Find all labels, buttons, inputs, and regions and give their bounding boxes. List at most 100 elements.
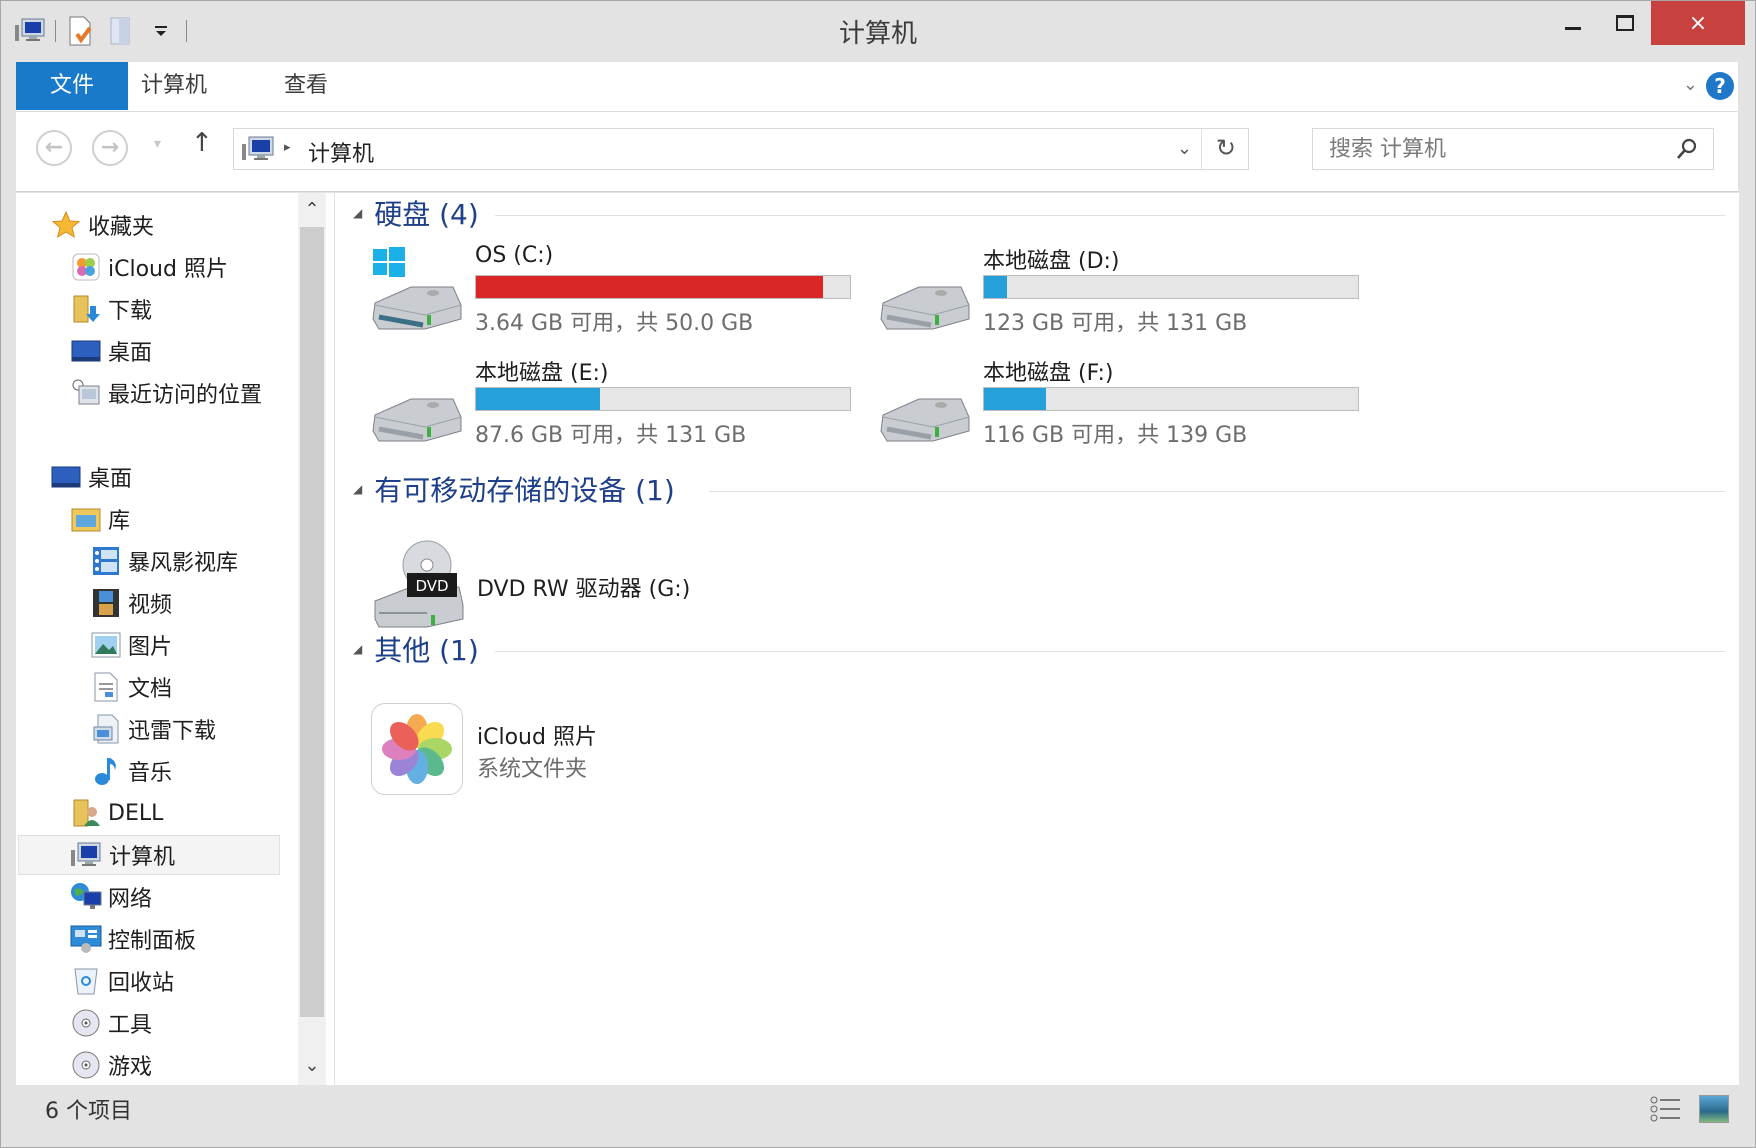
sidebar-item-label: 迅雷下载: [128, 719, 217, 744]
sidebar-scrollbar[interactable]: ⌃ ⌄: [298, 193, 326, 1085]
recycle-bin-icon: [70, 965, 102, 997]
chevron-down-icon: ⌄: [1176, 138, 1192, 159]
recent-locations-button[interactable]: ▾: [154, 136, 161, 152]
sidebar-item[interactable]: 最近访问的位置: [70, 373, 262, 413]
sidebar-item[interactable]: 控制面板: [70, 919, 196, 959]
maximize-button[interactable]: [1599, 1, 1651, 45]
tab-view[interactable]: 查看: [284, 62, 328, 110]
drive-free-space: 3.64 GB 可用，共 50.0 GB: [475, 311, 754, 336]
address-bar[interactable]: ▸ 计算机 ⌄ ↻: [233, 128, 1249, 170]
group-title: 有可移动存储的设备 (1): [374, 474, 675, 507]
sidebar-item[interactable]: 工具: [70, 1003, 152, 1043]
breadcrumb-computer[interactable]: 计算机: [308, 136, 374, 168]
drive-free-space: 87.6 GB 可用，共 131 GB: [475, 423, 747, 448]
search-icon[interactable]: [1675, 137, 1699, 161]
network-icon: [70, 881, 102, 913]
help-icon[interactable]: ?: [1706, 72, 1734, 100]
content-pane: ◢ 硬盘 (4) OS (C:) 3.64 GB 可用，共 50.0 GB 本地磁…: [335, 193, 1739, 1085]
sidebar-item[interactable]: 视频: [90, 583, 172, 623]
svg-text:DVD: DVD: [415, 577, 448, 595]
sidebar-item-label: 视频: [128, 593, 173, 618]
sidebar-item[interactable]: 计算机: [18, 835, 280, 875]
sidebar-item[interactable]: iCloud 照片: [70, 247, 228, 287]
sidebar-item-label: 下载: [108, 299, 153, 324]
sidebar-item[interactable]: 桌面: [70, 331, 152, 371]
large-icons-view-button[interactable]: [1699, 1095, 1729, 1123]
tab-file[interactable]: 文件: [16, 62, 128, 110]
sidebar-item[interactable]: 游戏: [70, 1045, 152, 1085]
drive-item[interactable]: 本地磁盘 (D:) 123 GB 可用，共 131 GB: [877, 235, 1359, 345]
window-title: 计算机: [838, 19, 917, 49]
desktop-icon: [50, 461, 82, 493]
details-view-button[interactable]: [1649, 1095, 1683, 1123]
downloads-icon: [70, 293, 102, 325]
sidebar-item[interactable]: 网络: [70, 877, 152, 917]
drive-item[interactable]: 本地磁盘 (F:) 116 GB 可用，共 139 GB: [877, 347, 1359, 457]
tab-computer[interactable]: 计算机: [141, 62, 207, 110]
sidebar-item[interactable]: 音乐: [90, 751, 172, 791]
sidebar-item-label: 游戏: [108, 1055, 153, 1080]
drive-usage-fill: [476, 388, 600, 410]
back-arrow-icon: ←: [44, 135, 64, 160]
navigation-bar: ← → ▾ ↑ ▸ 计算机 ⌄ ↻: [16, 112, 1738, 192]
group-divider: [495, 651, 1725, 652]
sidebar-item-label: 桌面: [88, 467, 133, 492]
user-folder-icon: [70, 797, 102, 829]
scroll-down-button[interactable]: ⌄: [298, 1049, 326, 1083]
sidebar-item[interactable]: 桌面: [50, 457, 132, 497]
up-button[interactable]: ↑: [191, 128, 213, 158]
search-input[interactable]: [1329, 135, 1659, 163]
disc-icon: [70, 1007, 102, 1039]
sidebar-item[interactable]: 下载: [70, 289, 152, 329]
forward-button[interactable]: →: [92, 130, 128, 166]
sidebar-item-label: iCloud 照片: [108, 257, 228, 282]
sidebar-item[interactable]: 收藏夹: [50, 205, 154, 245]
group-header-hard-disks[interactable]: ◢ 硬盘 (4): [353, 193, 479, 233]
music-icon: [90, 755, 122, 787]
sidebar-item[interactable]: 文档: [90, 667, 172, 707]
videos-icon: [90, 587, 122, 619]
drive-item[interactable]: OS (C:) 3.64 GB 可用，共 50.0 GB: [369, 235, 851, 345]
pictures-icon: [90, 629, 122, 661]
hard-drive-icon: [880, 398, 970, 442]
group-header-removable[interactable]: ◢ 有可移动存储的设备 (1): [353, 469, 675, 509]
icloud-photos-icon: [371, 703, 463, 795]
address-history-dropdown[interactable]: ⌄: [1177, 138, 1192, 159]
refresh-button[interactable]: ↻: [1216, 134, 1236, 162]
drive-item[interactable]: 本地磁盘 (E:) 87.6 GB 可用，共 131 GB: [369, 347, 851, 457]
group-divider: [495, 215, 1725, 216]
dvd-drive-item[interactable]: DVD DVD RW 驱动器 (G:): [371, 535, 771, 635]
drive-usage-bar: [983, 387, 1359, 411]
collapse-caret-icon: ◢: [353, 482, 363, 496]
sidebar-item-label: 图片: [128, 635, 173, 660]
sidebar-item[interactable]: 迅雷下载: [90, 709, 216, 749]
group-header-other[interactable]: ◢ 其他 (1): [353, 629, 479, 669]
drive-name: 本地磁盘 (E:): [475, 361, 609, 386]
breadcrumb-separator-icon[interactable]: ▸: [284, 140, 291, 155]
scroll-up-button[interactable]: ⌃: [298, 193, 326, 227]
navigation-pane: 收藏夹 iCloud 照片 下载 桌面 最近访问的位置 桌面库暴风影视库 视频 图片 文档 迅雷下…: [16, 193, 334, 1085]
back-button[interactable]: ←: [36, 130, 72, 166]
recent-places-icon: [70, 377, 102, 409]
sidebar-item[interactable]: 图片: [90, 625, 172, 665]
sidebar-item[interactable]: DELL: [70, 793, 163, 833]
sidebar-item[interactable]: 库: [70, 499, 130, 539]
sidebar-item[interactable]: 回收站: [70, 961, 174, 1001]
item-name: iCloud 照片: [477, 725, 597, 750]
expand-ribbon-button[interactable]: ⌄: [1683, 74, 1698, 95]
scrollbar-thumb[interactable]: [300, 227, 324, 1017]
group-divider: [709, 491, 1725, 492]
window-controls: ×: [1547, 1, 1745, 45]
sidebar-item[interactable]: 暴风影视库: [90, 541, 238, 581]
minimize-icon: [1565, 26, 1581, 30]
close-button[interactable]: ×: [1651, 1, 1745, 45]
drive-name: OS (C:): [475, 243, 554, 268]
drive-usage-bar: [983, 275, 1359, 299]
minimize-button[interactable]: [1547, 1, 1599, 45]
drive-name: 本地磁盘 (D:): [983, 249, 1120, 274]
group-title: 硬盘 (4): [374, 198, 479, 231]
drive-usage-fill: [984, 276, 1007, 298]
drive-free-space: 116 GB 可用，共 139 GB: [983, 423, 1248, 448]
icloud-photos-item[interactable]: iCloud 照片 系统文件夹: [371, 703, 771, 803]
ribbon: 文件 计算机 查看 ⌄ ?: [16, 62, 1738, 112]
